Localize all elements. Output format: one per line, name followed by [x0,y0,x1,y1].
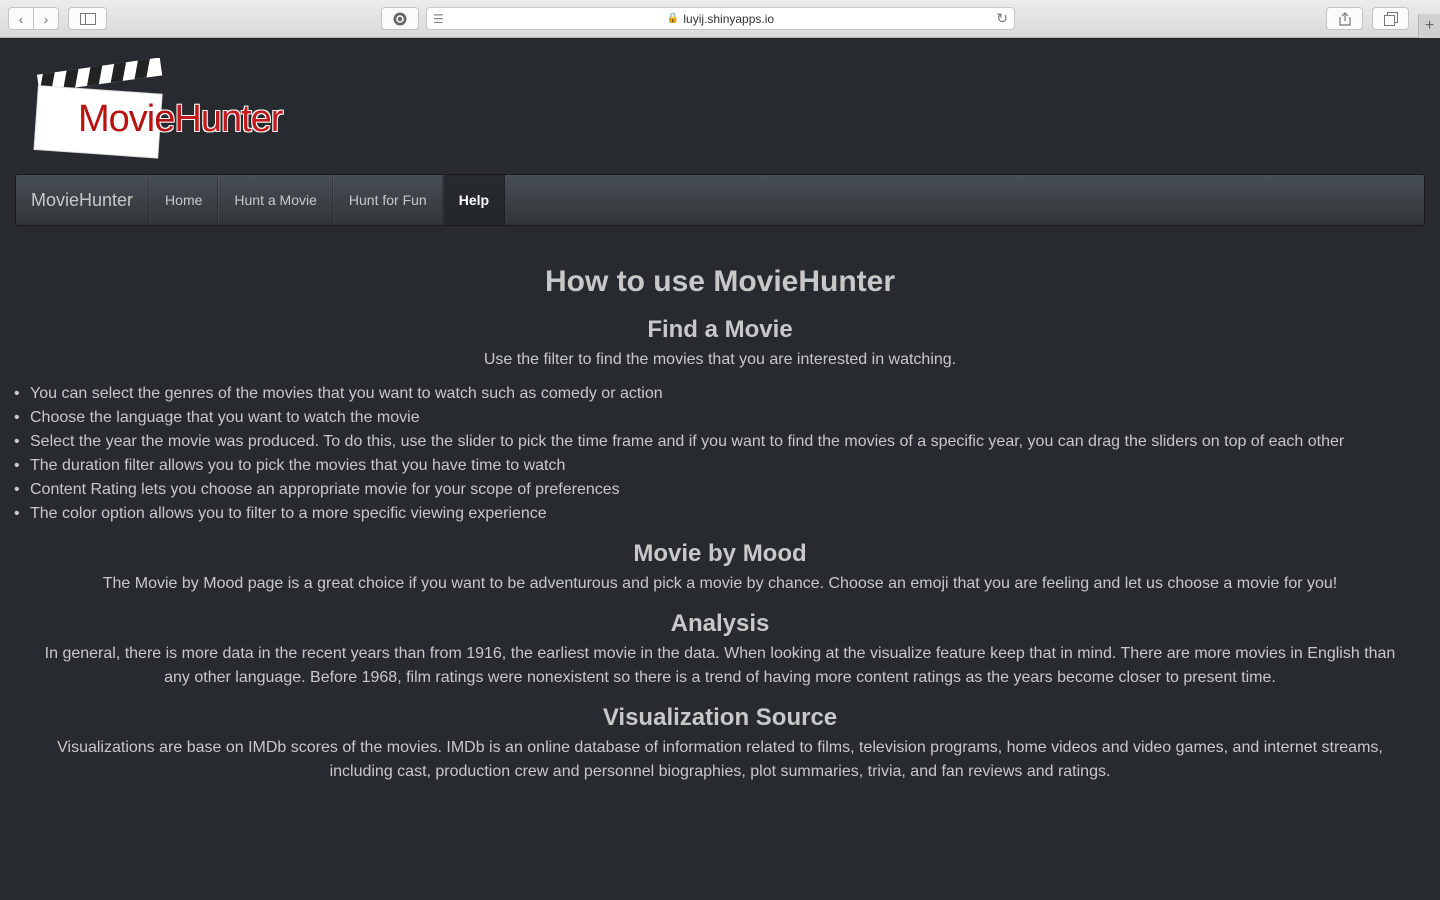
page-title: How to use MovieHunter [544,265,896,298]
extension-icon [393,12,407,25]
reader-icon[interactable]: ☰ [433,12,444,26]
lock-icon: 🔒 [666,13,680,24]
analysis-heading: Analysis [670,610,770,637]
nav-item-home[interactable]: Home [149,175,219,225]
nav-item-help[interactable]: Help [442,175,506,225]
forward-button[interactable]: › [33,7,59,30]
share-icon [1338,11,1351,26]
analysis-text: In general, there is more data in the re… [44,645,1396,686]
nav-item-hunt-a-movie[interactable]: Hunt a Movie [218,175,333,225]
sidebar-toggle-button[interactable] [68,7,107,30]
list-item: You can select the genres of the movies … [14,382,1410,406]
new-tab-button[interactable]: + [1418,14,1440,38]
extension-button[interactable] [381,7,419,30]
address-bar[interactable]: ☰ 🔒 luyij.shinyapps.io ↻ [426,7,1015,30]
find-movie-heading: Find a Movie [647,316,793,343]
logo-text: MovieHunter [78,98,283,141]
list-item: Choose the language that you want to wat… [14,406,1410,430]
nav-item-hunt-for-fun[interactable]: Hunt for Fun [332,175,443,225]
browser-toolbar: ‹ › ☰ 🔒 luyij.shinyapps.io ↻ + [0,0,1440,38]
share-button[interactable] [1326,7,1363,30]
movie-by-mood-text: The Movie by Mood page is a great choice… [102,575,1338,592]
back-button[interactable]: ‹ [8,7,34,30]
list-item: Content Rating lets you choose an approp… [14,478,1410,502]
plus-icon: + [1424,17,1435,34]
chevron-left-icon: ‹ [18,10,24,27]
reload-icon[interactable]: ↻ [996,10,1008,27]
visualization-source-text: Visualizations are base on IMDb scores o… [57,739,1383,780]
main-navbar: MovieHunter Home Hunt a Movie Hunt for F… [15,174,1425,226]
tabs-overview-button[interactable] [1372,7,1409,30]
visualization-source-heading: Visualization Source [602,704,838,731]
find-movie-list: You can select the genres of the movies … [0,382,1440,526]
logo-text-hunter: Hunter [174,98,283,140]
find-movie-intro: Use the filter to find the movies that y… [483,351,957,368]
help-content: How to use MovieHunter Find a Movie Use … [0,258,1440,784]
chevron-right-icon: › [43,10,49,27]
tabs-icon [1383,11,1398,26]
navbar-brand[interactable]: MovieHunter [16,175,150,225]
sidebar-icon [79,12,96,25]
logo-text-movie: Movie [78,98,175,140]
list-item: Select the year the movie was produced. … [14,430,1410,454]
url-text: luyij.shinyapps.io [683,11,775,26]
movie-by-mood-heading: Movie by Mood [633,540,807,567]
list-item: The duration filter allows you to pick t… [14,454,1410,478]
moviehunter-logo: MovieHunter [30,58,283,160]
list-item: The color option allows you to filter to… [14,502,1410,526]
